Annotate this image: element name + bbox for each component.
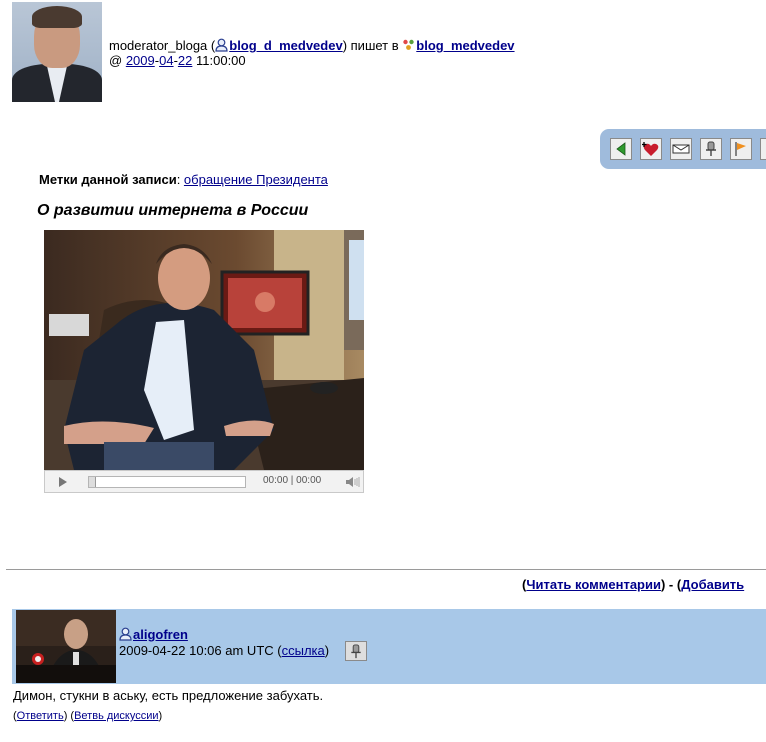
entry-byline: moderator_bloga (blog_d_medvedev) пишет … [109, 38, 515, 53]
post-title: О развитии интернета в России [37, 202, 309, 219]
divider [6, 569, 766, 570]
entry-date: @ 2009-04-22 11:00:00 [109, 53, 246, 68]
commenter: aligofren [119, 627, 188, 642]
seek-bar[interactable] [88, 476, 246, 488]
thread-link[interactable]: Ветвь дискуссии [74, 710, 158, 722]
user-icon[interactable] [119, 627, 132, 641]
date-year-link[interactable]: 2009 [126, 53, 155, 68]
comment-permalink[interactable]: ссылка [282, 643, 325, 658]
read-comments-link[interactable]: Читать комментарии [526, 577, 661, 592]
add-comment-link[interactable]: Добавить [681, 577, 744, 592]
entry-time: 11:00:00 [196, 53, 246, 68]
prev-arrow-icon[interactable] [610, 138, 632, 160]
entry-toolbar [600, 129, 766, 169]
date-prefix: @ [109, 53, 123, 68]
journal-user-link[interactable]: blog_d_medvedev [229, 38, 342, 53]
track-comment-icon[interactable] [345, 641, 367, 661]
add-memory-icon[interactable] [640, 138, 662, 160]
commenter-userpic[interactable] [16, 610, 116, 683]
tell-friend-icon[interactable] [670, 138, 692, 160]
video-player[interactable] [44, 230, 364, 470]
comment-text: Димон, стукни в аську, есть предложение … [13, 688, 324, 703]
date-day-link[interactable]: 22 [178, 53, 192, 68]
writes-in-text: пишет в [350, 38, 399, 53]
comments-nav: (Читать комментарии) - (Добавить [522, 577, 745, 592]
comment-meta: 2009-04-22 10:06 am UTC (ссылка) [119, 643, 330, 658]
video-time: 00:00 | 00:00 [263, 475, 322, 486]
video-frame-image [44, 230, 364, 470]
volume-icon[interactable] [345, 475, 361, 489]
entry-tags: Метки данной записи: обращение Президент… [39, 172, 328, 187]
commenter-link[interactable]: aligofren [133, 627, 188, 642]
track-icon[interactable] [700, 138, 722, 160]
seek-handle[interactable] [89, 477, 96, 487]
community-link[interactable]: blog_medvedev [416, 38, 514, 53]
tag-link[interactable]: обращение Президента [184, 172, 328, 187]
comment-datetime: 2009-04-22 10:06 am UTC [119, 643, 274, 658]
more-tool-icon[interactable] [760, 138, 766, 160]
comment-actions: (Ответить) (Ветвь дискуссии) [13, 710, 163, 722]
user-icon[interactable] [215, 38, 228, 52]
author-userpic[interactable] [12, 2, 102, 102]
date-month-link[interactable]: 04 [159, 53, 173, 68]
flag-icon[interactable] [730, 138, 752, 160]
tags-label: Метки данной записи [39, 172, 177, 187]
play-icon[interactable] [57, 476, 69, 488]
reply-link[interactable]: Ответить [17, 710, 64, 722]
poster-name: moderator_bloga [109, 38, 208, 53]
community-icon[interactable] [402, 38, 415, 52]
